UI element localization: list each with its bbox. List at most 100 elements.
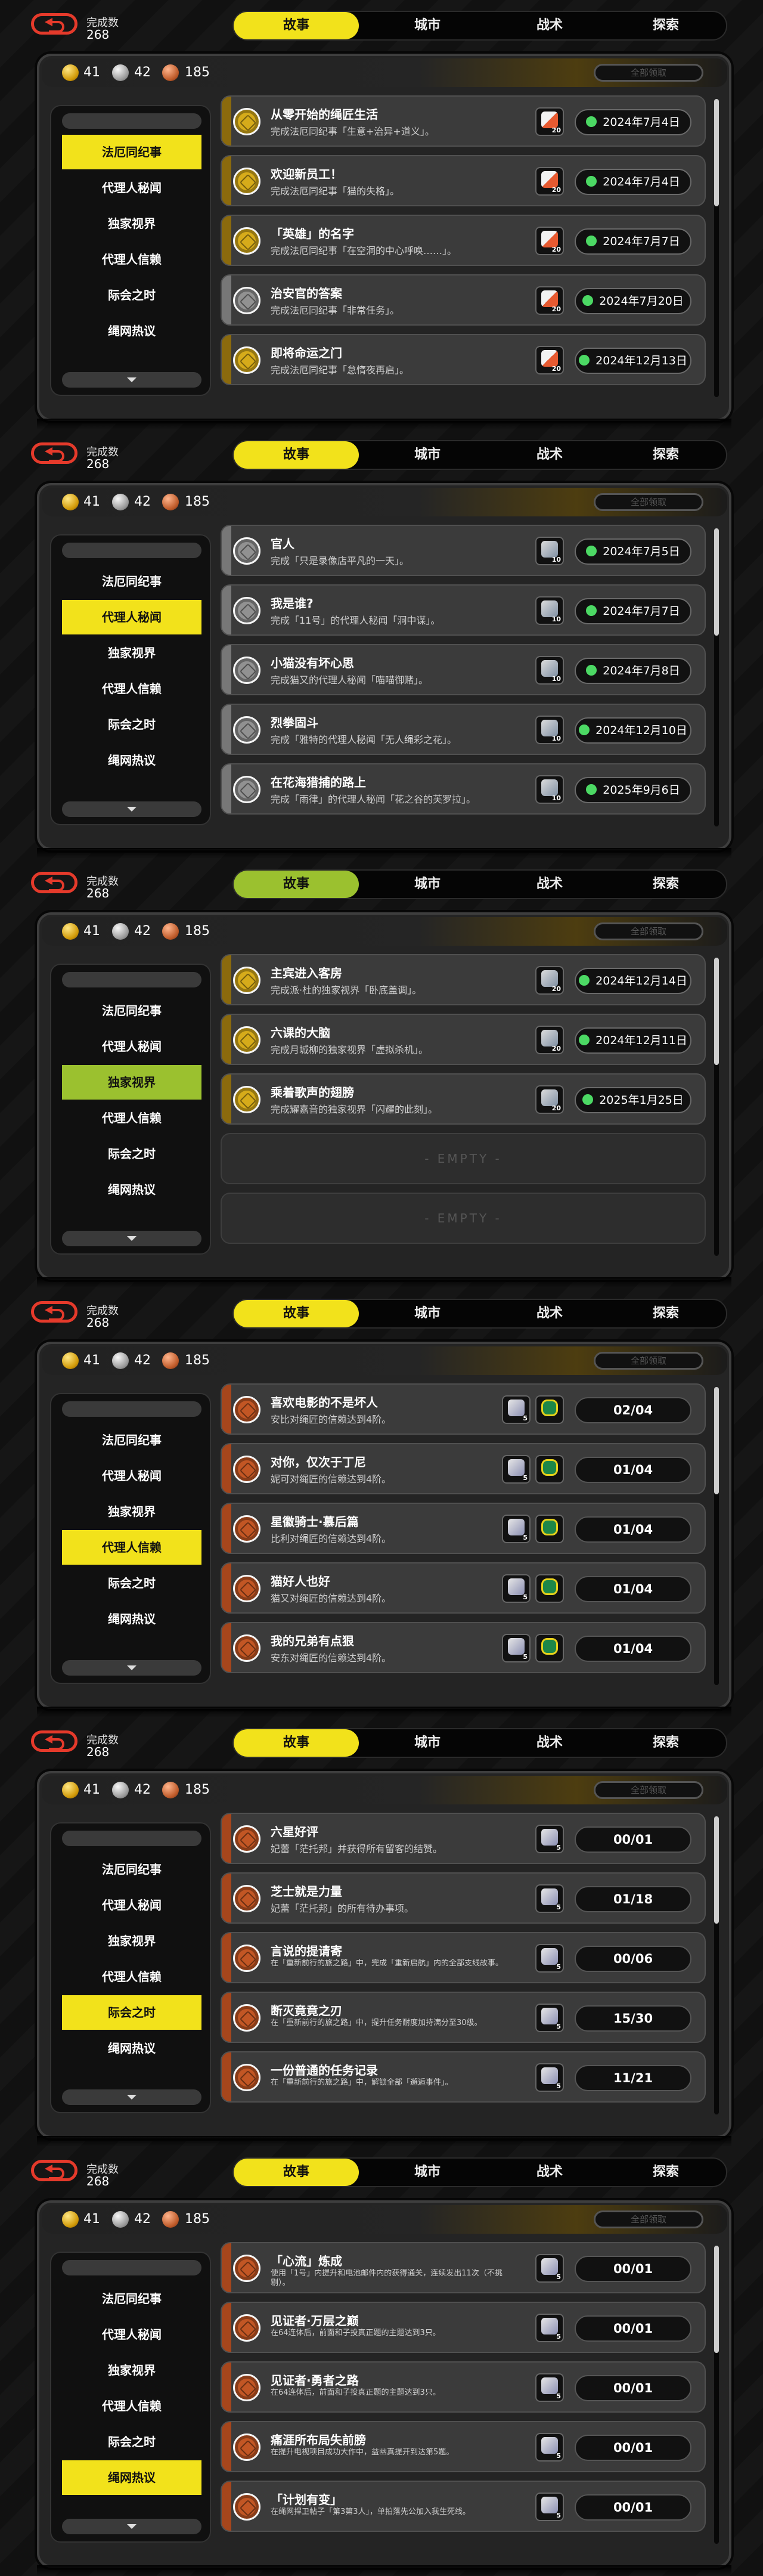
reward-icon[interactable]: 5 (535, 2254, 564, 2283)
tab-city[interactable]: 城市 (365, 12, 490, 39)
tab-explore[interactable]: 探索 (603, 2159, 728, 2186)
reward-icon[interactable]: 20 (535, 107, 564, 136)
tab-explore[interactable]: 探索 (603, 1729, 728, 1757)
achievement-row[interactable]: 六星好评 妃蕾「茫托邦」并获得所有留客的结赞。 5 00/01 (221, 1813, 706, 1864)
tab-city[interactable]: 城市 (365, 1729, 490, 1757)
achievement-row[interactable]: 「计划有变」 在绳网捍卫帖子「第3第3人」，单拍落先公加入我生死线。 5 00/01 (221, 2481, 706, 2532)
sidebar-item-4[interactable]: 际会之时 (62, 2425, 201, 2459)
claim-all-button[interactable]: 全部领取 (594, 2210, 703, 2228)
achievement-row[interactable]: 官人 完成「只是录像店平凡的一天」。 10 2024年7月5日 (221, 525, 706, 576)
achievement-row[interactable]: 在花海猎捕的路上 完成「雨律」的代理人秘闻「花之谷的芙罗拉」。 10 2025年9月6… (221, 763, 706, 815)
achievement-row[interactable]: 乘着歌声的翅膀 完成耀嘉音的独家视界「闪耀的此刻」。 20 2025年1月25日 (221, 1073, 706, 1125)
achievement-row[interactable]: 小猫没有坏心思 完成猫又的代理人秘闻「喵喵御赌」。 10 2024年7月8日 (221, 644, 706, 695)
sidebar-item-4[interactable]: 际会之时 (62, 1566, 201, 1600)
tab-explore[interactable]: 探索 (603, 441, 728, 469)
achievement-row[interactable]: 喜欢电影的不是坏人 安比对绳匠的信赖达到4阶。 5 02/04 (221, 1383, 706, 1435)
achievement-row[interactable]: 星徽骑士·慕后篇 比利对绳匠的信赖达到4阶。 5 01/04 (221, 1503, 706, 1554)
scroll-thumb[interactable] (714, 958, 719, 1065)
bolt-reward-icon[interactable] (535, 1395, 564, 1424)
sidebar-scroll-up[interactable] (62, 113, 201, 129)
tab-tactics[interactable]: 战术 (490, 441, 609, 469)
achievement-row[interactable]: 断灭竟竟之刃 在「重新前行的旅之路」中，提升任务耐度加持满分至30级。 5 15/30 (221, 1992, 706, 2043)
reward-icon[interactable]: 10 (535, 775, 564, 804)
reward-icon[interactable]: 5 (535, 1944, 564, 1973)
reward-icon[interactable]: 20 (535, 966, 564, 995)
tab-tactics[interactable]: 战术 (490, 12, 609, 39)
tab-tactics[interactable]: 战术 (490, 1300, 609, 1327)
tab-story[interactable]: 故事 (234, 1300, 359, 1327)
tab-story[interactable]: 故事 (234, 12, 359, 39)
reward-icon[interactable]: 20 (535, 1026, 564, 1054)
reward-icon[interactable]: 10 (535, 656, 564, 685)
sidebar-item-3[interactable]: 代理人信赖 (62, 1530, 201, 1565)
reward-icon[interactable]: 20 (535, 167, 564, 196)
sidebar-scroll-down-icon[interactable] (62, 1231, 201, 1246)
achievement-row[interactable]: 一份普通的任务记录 在「重新前行的旅之路」中，解锁全部「邂逅事件」。 5 11/21 (221, 2051, 706, 2103)
sidebar-item-0[interactable]: 法厄同纪事 (62, 993, 201, 1028)
reward-icon[interactable]: 10 (535, 716, 564, 744)
tab-tactics[interactable]: 战术 (490, 871, 609, 898)
sidebar-item-3[interactable]: 代理人信赖 (62, 1101, 201, 1135)
reward-icon[interactable]: 5 (535, 2004, 564, 2032)
list-scrollbar[interactable] (714, 958, 719, 1256)
reward-icon[interactable]: 20 (535, 346, 564, 374)
sidebar-scroll-down-icon[interactable] (62, 2089, 201, 2105)
sidebar-scroll-up[interactable] (62, 543, 201, 558)
sidebar-item-3[interactable]: 代理人信赖 (62, 242, 201, 277)
sidebar-item-2[interactable]: 独家视界 (62, 1065, 201, 1100)
reward-icon[interactable]: 5 (535, 2493, 564, 2521)
scroll-thumb[interactable] (714, 2246, 719, 2353)
tab-city[interactable]: 城市 (365, 1300, 490, 1327)
sidebar-item-2[interactable]: 独家视界 (62, 2353, 201, 2388)
claim-all-button[interactable]: 全部领取 (594, 64, 703, 82)
achievement-row[interactable]: 对你，仅次于丁尼 妮可对绳匠的信赖达到4阶。 5 01/04 (221, 1443, 706, 1494)
back-button[interactable] (31, 1730, 77, 1752)
tab-city[interactable]: 城市 (365, 2159, 490, 2186)
achievement-row[interactable]: 「心流」炼成 使用「1号」内提升和电池邮件内的获得通关，连续发出11次（不挑剔）。… (221, 2242, 706, 2293)
achievement-row[interactable]: 芝士就是力量 妃蕾「茫托邦」的所有待办事项。 5 01/18 (221, 1872, 706, 1924)
sidebar-scroll-down-icon[interactable] (62, 1660, 201, 1676)
reward-icon[interactable]: 20 (535, 286, 564, 315)
sidebar-item-2[interactable]: 独家视界 (62, 1924, 201, 1958)
achievement-row[interactable]: 欢迎新员工！ 完成法厄同纪事「猫的失格」。 20 2024年7月4日 (221, 155, 706, 206)
sidebar-item-5[interactable]: 绳网热议 (62, 1602, 201, 1636)
sidebar-item-3[interactable]: 代理人信赖 (62, 1959, 201, 1994)
sidebar-item-0[interactable]: 法厄同纪事 (62, 135, 201, 169)
reward-icon[interactable]: 5 (502, 1634, 531, 1662)
back-button[interactable] (31, 2160, 77, 2181)
sidebar-scroll-up[interactable] (62, 2260, 201, 2275)
tab-city[interactable]: 城市 (365, 441, 490, 469)
sidebar-item-1[interactable]: 代理人秘闻 (62, 1459, 201, 1493)
bolt-reward-icon[interactable] (535, 1455, 564, 1484)
achievement-row[interactable]: 见证者·勇者之路 在64连体后，前面和子投真正题的主题达到3只。 5 00/01 (221, 2361, 706, 2413)
sidebar-item-0[interactable]: 法厄同纪事 (62, 564, 201, 599)
achievement-row[interactable]: 治安官的答案 完成法厄同纪事「非常任务」。 20 2024年7月20日 (221, 274, 706, 326)
sidebar-item-4[interactable]: 际会之时 (62, 1137, 201, 1171)
reward-icon[interactable]: 5 (535, 2063, 564, 2092)
achievement-row[interactable]: 「英雄」的名字 完成法厄同纪事「在空洞的中心呼唤……」。 20 2024年7月7日 (221, 215, 706, 266)
tab-story[interactable]: 故事 (234, 871, 359, 898)
sidebar-scroll-up[interactable] (62, 972, 201, 987)
sidebar-item-5[interactable]: 绳网热议 (62, 2031, 201, 2066)
achievement-row[interactable]: 从零开始的绳匠生活 完成法厄同纪事「生意+治异+道义」。 20 2024年7月4日 (221, 95, 706, 147)
list-scrollbar[interactable] (714, 1816, 719, 2114)
claim-all-button[interactable]: 全部领取 (594, 922, 703, 940)
reward-icon[interactable]: 20 (535, 1085, 564, 1114)
sidebar-item-1[interactable]: 代理人秘闻 (62, 1888, 201, 1922)
sidebar-item-5[interactable]: 绳网热议 (62, 1172, 201, 1207)
reward-icon[interactable]: 5 (535, 2373, 564, 2402)
scroll-thumb[interactable] (714, 1387, 719, 1494)
sidebar-item-2[interactable]: 独家视界 (62, 206, 201, 241)
list-scrollbar[interactable] (714, 528, 719, 826)
sidebar-item-5[interactable]: 绳网热议 (62, 743, 201, 778)
sidebar-item-1[interactable]: 代理人秘闻 (62, 600, 201, 634)
sidebar-item-3[interactable]: 代理人信赖 (62, 671, 201, 706)
sidebar-item-0[interactable]: 法厄同纪事 (62, 1423, 201, 1457)
bolt-reward-icon[interactable] (535, 1515, 564, 1543)
sidebar-scroll-down-icon[interactable] (62, 801, 201, 817)
reward-icon[interactable]: 5 (535, 1884, 564, 1913)
sidebar-item-1[interactable]: 代理人秘闻 (62, 1029, 201, 1064)
list-scrollbar[interactable] (714, 1387, 719, 1685)
scroll-thumb[interactable] (714, 528, 719, 636)
sidebar-item-4[interactable]: 际会之时 (62, 278, 201, 312)
